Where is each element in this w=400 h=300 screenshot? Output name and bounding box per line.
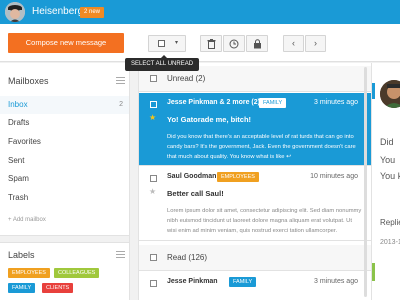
trash-icon bbox=[207, 39, 215, 49]
label-chip-family[interactable]: FAMILY bbox=[8, 283, 36, 293]
message-time: 3 minutes ago bbox=[314, 278, 358, 285]
panel-divider bbox=[0, 235, 129, 243]
chevron-right-icon: › bbox=[314, 38, 317, 48]
reply-date: 2013-1 bbox=[380, 239, 400, 246]
mailbox-label: Drafts bbox=[8, 118, 30, 127]
read-group-label: Read (126) bbox=[167, 253, 208, 262]
lock-button[interactable] bbox=[246, 35, 268, 52]
message-tag[interactable]: FAMILY bbox=[229, 277, 257, 287]
message-tag[interactable]: EMPLOYEES bbox=[217, 172, 259, 182]
toolbar: Compose new message ▾ ‹ › bbox=[0, 24, 400, 62]
message-row[interactable]: ★ Saul Goodman EMPLOYEES 10 minutes ago … bbox=[139, 167, 371, 241]
menu-icon[interactable] bbox=[116, 77, 125, 84]
label-chip-colleagues[interactable]: COLLEAGUES bbox=[54, 268, 100, 278]
labels-title: Labels bbox=[8, 250, 35, 260]
row-checkbox[interactable] bbox=[150, 175, 157, 182]
mailbox-label: Favorites bbox=[8, 137, 41, 146]
row-checkbox[interactable] bbox=[150, 280, 157, 287]
selection-accent bbox=[372, 83, 375, 99]
select-all-button[interactable]: ▾ bbox=[148, 35, 186, 52]
previous-button[interactable]: ‹ bbox=[283, 35, 304, 52]
mailbox-panel: Mailboxes Inbox 2 Drafts Favorites Sent … bbox=[0, 63, 130, 300]
message-preview: Did you know that there's an acceptable … bbox=[167, 134, 356, 160]
message-preview: Lorem ipsum dolor sit amet, consectetur … bbox=[167, 208, 362, 234]
message-time: 3 minutes ago bbox=[314, 99, 358, 106]
reading-pane: Did You You k Replie 2013-1 bbox=[372, 63, 400, 300]
mailbox-item-favorites[interactable]: Favorites bbox=[0, 133, 129, 151]
message-row[interactable]: Jesse Pinkman FAMILY 3 minutes ago bbox=[139, 272, 371, 300]
user-avatar[interactable] bbox=[5, 2, 25, 22]
new-messages-badge: 2 new bbox=[80, 7, 105, 18]
read-group-header: Read (126) bbox=[139, 245, 371, 271]
message-tag[interactable]: FAMILY bbox=[259, 98, 287, 108]
reading-line: You bbox=[380, 155, 396, 165]
mailbox-label: Trash bbox=[8, 193, 29, 202]
mailbox-item-sent[interactable]: Sent bbox=[0, 152, 129, 170]
message-sender: Jesse Pinkman & 2 more (2) bbox=[167, 99, 260, 106]
group-checkbox[interactable] bbox=[150, 254, 157, 261]
mailbox-label: Spam bbox=[8, 174, 29, 183]
reading-line: Did bbox=[380, 137, 394, 147]
username[interactable]: Heisenberg bbox=[32, 6, 83, 17]
star-icon[interactable]: ★ bbox=[149, 113, 156, 122]
label-chip-employees[interactable]: EMPLOYEES bbox=[8, 268, 50, 278]
mailbox-item-spam[interactable]: Spam bbox=[0, 170, 129, 188]
message-time: 10 minutes ago bbox=[310, 173, 358, 180]
reading-line: You k bbox=[380, 171, 400, 181]
next-button[interactable]: › bbox=[305, 35, 326, 52]
select-all-tooltip: SELECT ALL UNREAD bbox=[125, 55, 200, 71]
scrollbar[interactable] bbox=[364, 67, 367, 297]
mailbox-label: Inbox bbox=[8, 100, 28, 109]
message-sender: Jesse Pinkman bbox=[167, 278, 218, 285]
unread-group-label: Unread (2) bbox=[167, 74, 206, 83]
add-mailbox-link[interactable]: + Add mailbox bbox=[8, 217, 46, 223]
message-row[interactable]: ★ Jesse Pinkman & 2 more (2) FAMILY 3 mi… bbox=[139, 93, 371, 166]
chevron-down-icon: ▾ bbox=[175, 40, 179, 46]
mailboxes-title: Mailboxes bbox=[8, 76, 49, 86]
message-subject: Yo! Gatorade me, bitch! bbox=[167, 115, 252, 124]
message-list: Unread (2) ★ Jesse Pinkman & 2 more (2) … bbox=[138, 63, 372, 300]
star-icon[interactable]: ★ bbox=[149, 187, 156, 196]
chevron-left-icon: ‹ bbox=[292, 38, 295, 48]
mailbox-item-drafts[interactable]: Drafts bbox=[0, 114, 129, 132]
row-checkbox[interactable] bbox=[150, 101, 157, 108]
group-checkbox[interactable] bbox=[150, 75, 157, 82]
mailbox-item-trash[interactable]: Trash bbox=[0, 189, 129, 207]
replies-label: Replie bbox=[380, 218, 400, 227]
checkbox-icon bbox=[158, 40, 165, 47]
mailbox-item-inbox[interactable]: Inbox 2 bbox=[0, 96, 129, 114]
message-sender: Saul Goodman bbox=[167, 173, 217, 180]
snooze-button[interactable] bbox=[223, 35, 245, 52]
label-chip-clients[interactable]: CLIENTS bbox=[42, 283, 74, 293]
delete-button[interactable] bbox=[200, 35, 222, 52]
mailbox-label: Sent bbox=[8, 156, 25, 165]
message-subject: Better call Saul! bbox=[167, 189, 224, 198]
sender-avatar[interactable] bbox=[380, 80, 400, 108]
reply-accent bbox=[372, 263, 375, 281]
clock-icon bbox=[229, 39, 239, 49]
lock-icon bbox=[253, 39, 261, 49]
compose-button[interactable]: Compose new message bbox=[8, 33, 124, 53]
mailbox-count: 2 bbox=[119, 101, 123, 108]
top-bar: Heisenberg 2 new bbox=[0, 0, 400, 24]
menu-icon[interactable] bbox=[116, 251, 125, 258]
